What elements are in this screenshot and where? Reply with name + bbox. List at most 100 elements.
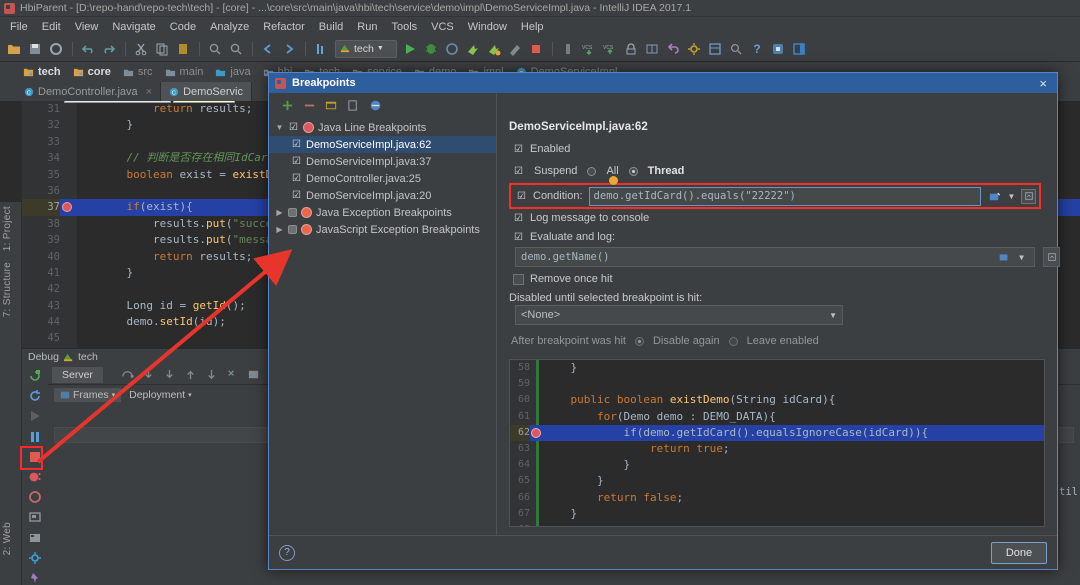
breakpoint-tree-item[interactable]: ☑ DemoServiceImpl.java:20 (269, 187, 496, 204)
remove-breakpoint-icon[interactable] (301, 97, 317, 113)
evaluate-input[interactable]: demo.getName() ▼ (515, 247, 1035, 267)
debug-icon[interactable] (421, 39, 441, 59)
breakpoint-marker-icon[interactable] (62, 202, 72, 213)
vcs-commit-icon[interactable]: VCS (600, 39, 620, 59)
replace-icon[interactable] (226, 39, 246, 59)
run-with-profiler-icon[interactable] (463, 39, 483, 59)
open-folder-icon[interactable] (4, 39, 24, 59)
find-icon[interactable] (205, 39, 225, 59)
back-icon[interactable] (258, 39, 278, 59)
breakpoints-tree[interactable]: ▼ ☑ Java Line Breakpoints ☑ DemoServiceImpl.… (269, 117, 496, 535)
mute-breakpoints-icon[interactable] (367, 97, 383, 113)
condition-editor-icon[interactable] (987, 189, 1002, 204)
condition-expand-icon[interactable] (1021, 188, 1036, 204)
breakpoint-tree-item[interactable]: ▶ Java Exception Breakpoints (269, 204, 496, 221)
view-breakpoints-icon[interactable] (27, 470, 43, 484)
pin-icon[interactable] (27, 571, 43, 585)
run-to-cursor-icon[interactable] (226, 368, 239, 381)
breadcrumb-class-chip[interactable]: DemoServiceImpl (64, 101, 171, 103)
vcs-history-icon[interactable] (621, 39, 641, 59)
breakpoint-tree-item[interactable]: ▼ ☑ Java Line Breakpoints (269, 119, 496, 136)
menu-tools[interactable]: Tools (384, 19, 424, 35)
vcs-update-icon[interactable]: VCS (579, 39, 599, 59)
condition-input[interactable]: demo.getIdCard().equals("22222") (588, 186, 981, 206)
menu-run[interactable]: Run (350, 19, 384, 35)
evaluate-and-log-row[interactable]: ☑ Evaluate and log: (513, 231, 615, 243)
tool-window-project[interactable]: 1: Project (2, 206, 13, 251)
breakpoints-icon[interactable] (558, 39, 578, 59)
compile-icon[interactable] (311, 39, 331, 59)
suspend-thread-radio[interactable] (628, 166, 638, 176)
menu-refactor[interactable]: Refactor (256, 19, 312, 35)
group-by-file-icon[interactable] (323, 97, 339, 113)
gear-icon[interactable] (27, 551, 43, 565)
build-icon[interactable] (505, 39, 525, 59)
resume-icon[interactable] (27, 409, 43, 423)
breakpoint-enabled-checkbox[interactable]: ☑ (291, 156, 302, 167)
leave-enabled-radio[interactable] (728, 336, 738, 346)
breakpoint-enabled-checkbox[interactable]: ☑ (291, 173, 302, 184)
forward-icon[interactable] (279, 39, 299, 59)
editor-tab-democontroller[interactable]: C DemoController.java × (16, 82, 162, 101)
run-configuration-selector[interactable]: tech ▼ (335, 39, 397, 58)
evaluate-editor-icon[interactable] (996, 250, 1011, 265)
preferences-icon[interactable] (768, 39, 788, 59)
breadcrumb-core[interactable]: core (68, 65, 116, 79)
breakpoint-tree-item[interactable]: ☑ DemoServiceImpl.java:62 (269, 136, 496, 153)
menu-help[interactable]: Help (514, 19, 551, 35)
close-icon[interactable]: × (1035, 76, 1051, 91)
cut-icon[interactable] (131, 39, 151, 59)
step-out-icon[interactable] (184, 368, 197, 381)
restart-icon[interactable] (27, 389, 43, 403)
remove-once-hit-checkbox[interactable] (513, 273, 524, 285)
settings-icon[interactable] (684, 39, 704, 59)
step-into-icon[interactable] (142, 368, 155, 381)
paste-icon[interactable] (173, 39, 193, 59)
menu-window[interactable]: Window (461, 19, 514, 35)
done-button[interactable]: Done (991, 541, 1047, 564)
stop-icon[interactable] (526, 39, 546, 59)
breakpoint-source-preview[interactable]: 58 } 59 60 public boolean existDemo(String… (509, 359, 1045, 527)
remove-once-hit-row[interactable]: Remove once hit (513, 273, 613, 285)
breakpoint-enabled-checkbox[interactable] (288, 208, 297, 217)
breadcrumb-tech[interactable]: tech (18, 65, 66, 79)
breakpoints-dialog[interactable]: Breakpoints × ▼ ☑ Java Line Breakpoints ☑ De… (268, 72, 1060, 570)
breakpoint-marker-icon[interactable] (531, 427, 541, 438)
menu-analyze[interactable]: Analyze (203, 19, 256, 35)
evaluate-checkbox[interactable]: ☑ (513, 232, 524, 243)
menu-code[interactable]: Code (163, 19, 203, 35)
twisty-collapsed-icon[interactable]: ▶ (275, 225, 284, 234)
chevron-down-icon[interactable]: ▼ (1004, 189, 1019, 204)
log-message-row[interactable]: ☑ Log message to console (513, 212, 649, 224)
condition-checkbox[interactable]: ☑ (516, 191, 527, 202)
tab-server[interactable]: Server (52, 366, 103, 383)
breakpoint-enabled-checkbox[interactable]: ☑ (291, 139, 302, 150)
tool-window-structure[interactable]: 7: Structure (2, 262, 13, 317)
help-icon[interactable]: ? (279, 544, 295, 561)
revert-icon[interactable] (663, 39, 683, 59)
redo-icon[interactable] (99, 39, 119, 59)
run-coverage-icon[interactable] (442, 39, 462, 59)
suspend-all-radio[interactable] (587, 166, 597, 176)
search-everywhere-icon[interactable] (726, 39, 746, 59)
menu-build[interactable]: Build (312, 19, 350, 35)
breakpoint-enabled-checkbox[interactable]: ☑ (288, 122, 299, 133)
vcs-diff-icon[interactable] (642, 39, 662, 59)
force-step-into-icon[interactable] (163, 368, 176, 381)
breakpoint-tree-item[interactable]: ☑ DemoServiceImpl.java:37 (269, 153, 496, 170)
breadcrumb-java[interactable]: java (210, 65, 255, 79)
attach-profiler-icon[interactable] (484, 39, 504, 59)
breakpoint-tree-item[interactable]: ☑ DemoController.java:25 (269, 170, 496, 187)
run-icon[interactable] (400, 39, 420, 59)
copy-icon[interactable] (152, 39, 172, 59)
menu-vcs[interactable]: VCS (424, 19, 461, 35)
breadcrumb-method-chip[interactable]: insert() (172, 101, 236, 103)
evaluate-expand-icon[interactable] (1043, 247, 1060, 267)
menu-edit[interactable]: Edit (35, 19, 68, 35)
copy-breakpoint-icon[interactable] (345, 97, 361, 113)
condition-expand-indicator[interactable] (609, 176, 618, 185)
step-over-icon[interactable] (121, 368, 134, 381)
settings-icon[interactable] (27, 510, 43, 524)
twisty-collapsed-icon[interactable]: ▶ (275, 208, 284, 217)
rerun-icon[interactable] (27, 369, 43, 383)
